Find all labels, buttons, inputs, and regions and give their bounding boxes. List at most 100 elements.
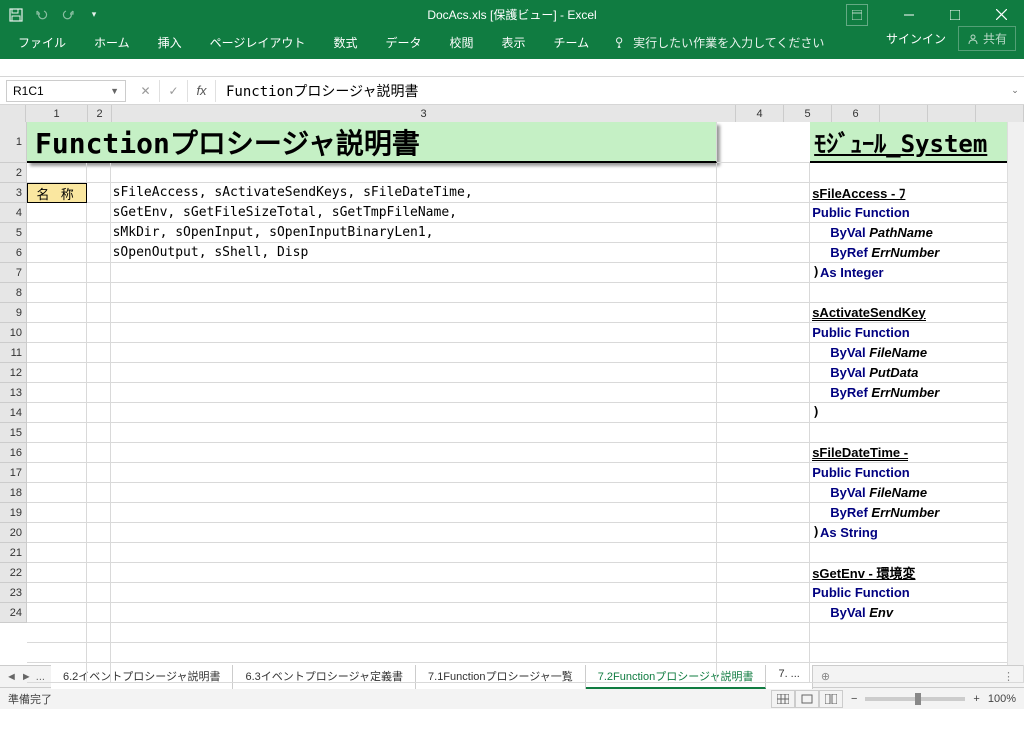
cell[interactable]: [87, 243, 110, 263]
cell[interactable]: [717, 563, 810, 583]
code-cell[interactable]: ByVal FileName: [810, 483, 1024, 503]
row-header[interactable]: 1: [0, 122, 26, 163]
page-break-view-button[interactable]: [819, 690, 843, 708]
cell[interactable]: [111, 503, 717, 523]
row-header[interactable]: 12: [0, 363, 26, 383]
cell[interactable]: [27, 643, 87, 663]
cell[interactable]: [27, 283, 87, 303]
col-header[interactable]: 2: [88, 105, 112, 122]
cell[interactable]: [717, 223, 810, 243]
cell[interactable]: [717, 663, 810, 683]
cell[interactable]: [111, 443, 717, 463]
cell[interactable]: [87, 323, 110, 343]
row-header[interactable]: 18: [0, 483, 26, 503]
document-title-cell[interactable]: Functionプロシージャ説明書: [27, 122, 717, 163]
row-header[interactable]: 14: [0, 403, 26, 423]
cell[interactable]: [87, 463, 110, 483]
cell[interactable]: [111, 303, 717, 323]
cell[interactable]: [717, 203, 810, 223]
code-cell[interactable]: ) As String: [810, 523, 1024, 543]
cell[interactable]: [87, 623, 110, 643]
row-header[interactable]: 22: [0, 563, 26, 583]
row-header[interactable]: 20: [0, 523, 26, 543]
cell[interactable]: [717, 643, 810, 663]
cell[interactable]: [717, 323, 810, 343]
insert-function-button[interactable]: fx: [188, 80, 216, 102]
cell[interactable]: [717, 523, 810, 543]
cancel-formula-button[interactable]: ✕: [132, 80, 160, 102]
row-header[interactable]: 21: [0, 543, 26, 563]
cell[interactable]: [27, 403, 87, 423]
maximize-button[interactable]: [932, 0, 978, 29]
cell[interactable]: [27, 463, 87, 483]
procedure-list-cell[interactable]: sGetEnv, sGetFileSizeTotal, sGetTmpFileN…: [111, 203, 717, 223]
cell[interactable]: [87, 423, 110, 443]
cell[interactable]: [717, 623, 810, 643]
cell[interactable]: [717, 583, 810, 603]
cell[interactable]: [87, 523, 110, 543]
col-header[interactable]: 1: [26, 105, 88, 122]
cell[interactable]: [87, 583, 110, 603]
tell-me-search[interactable]: 実行したい作業を入力してください: [603, 34, 834, 59]
cell[interactable]: [111, 483, 717, 503]
signin-link[interactable]: サインイン: [886, 30, 946, 47]
cell[interactable]: [27, 363, 87, 383]
code-cell[interactable]: ByVal Env: [810, 603, 1024, 623]
col-header[interactable]: [928, 105, 976, 122]
close-button[interactable]: [978, 0, 1024, 29]
cell[interactable]: [27, 303, 87, 323]
cell[interactable]: [27, 563, 87, 583]
cell[interactable]: [27, 543, 87, 563]
cell[interactable]: [27, 523, 87, 543]
cell[interactable]: [111, 563, 717, 583]
code-cell[interactable]: sFileDateTime -: [810, 443, 1024, 463]
cell[interactable]: [87, 443, 110, 463]
cell[interactable]: [111, 523, 717, 543]
code-cell[interactable]: ) As Integer: [810, 263, 1024, 283]
cell[interactable]: [111, 463, 717, 483]
row-header[interactable]: 16: [0, 443, 26, 463]
code-cell[interactable]: sGetEnv - 環境変: [810, 563, 1024, 583]
cell[interactable]: [27, 203, 87, 223]
cell[interactable]: [717, 183, 810, 203]
code-cell[interactable]: [810, 543, 1024, 563]
cell[interactable]: [27, 423, 87, 443]
code-cell[interactable]: ByVal PutData: [810, 363, 1024, 383]
cell[interactable]: [87, 543, 110, 563]
row-header[interactable]: 2: [0, 163, 26, 183]
cell[interactable]: [111, 543, 717, 563]
cell[interactable]: [87, 363, 110, 383]
row-header[interactable]: 15: [0, 423, 26, 443]
enter-formula-button[interactable]: ✓: [160, 80, 188, 102]
cell[interactable]: [87, 483, 110, 503]
row-header[interactable]: 7: [0, 263, 26, 283]
ribbon-tab-0[interactable]: ファイル: [4, 28, 80, 59]
cell[interactable]: [111, 383, 717, 403]
cell[interactable]: [87, 263, 110, 283]
qat-customize-dropdown[interactable]: ▾: [82, 3, 106, 27]
cell[interactable]: [87, 223, 110, 243]
code-cell[interactable]: Public Function: [810, 583, 1024, 603]
row-header[interactable]: 19: [0, 503, 26, 523]
ribbon-tab-4[interactable]: 数式: [319, 28, 371, 59]
procedure-list-cell[interactable]: sFileAccess, sActivateSendKeys, sFileDat…: [111, 183, 717, 203]
cell[interactable]: [717, 122, 810, 163]
code-cell[interactable]: sActivateSendKey: [810, 303, 1024, 323]
row-header[interactable]: 13: [0, 383, 26, 403]
code-cell[interactable]: ByRef ErrNumber: [810, 383, 1024, 403]
cell[interactable]: [87, 603, 110, 623]
code-cell[interactable]: [810, 663, 1024, 683]
cell[interactable]: [111, 363, 717, 383]
cell[interactable]: [27, 323, 87, 343]
cell[interactable]: [111, 263, 717, 283]
code-cell[interactable]: [810, 423, 1024, 443]
cell[interactable]: [717, 423, 810, 443]
vertical-scrollbar[interactable]: [1007, 122, 1024, 665]
page-layout-view-button[interactable]: [795, 690, 819, 708]
cell[interactable]: [27, 583, 87, 603]
cell[interactable]: [87, 283, 110, 303]
ribbon-tab-6[interactable]: 校閲: [435, 28, 487, 59]
cell[interactable]: [87, 303, 110, 323]
code-cell[interactable]: ByVal FileName: [810, 343, 1024, 363]
sheet-nav-prev-icon[interactable]: ◄: [6, 671, 17, 683]
